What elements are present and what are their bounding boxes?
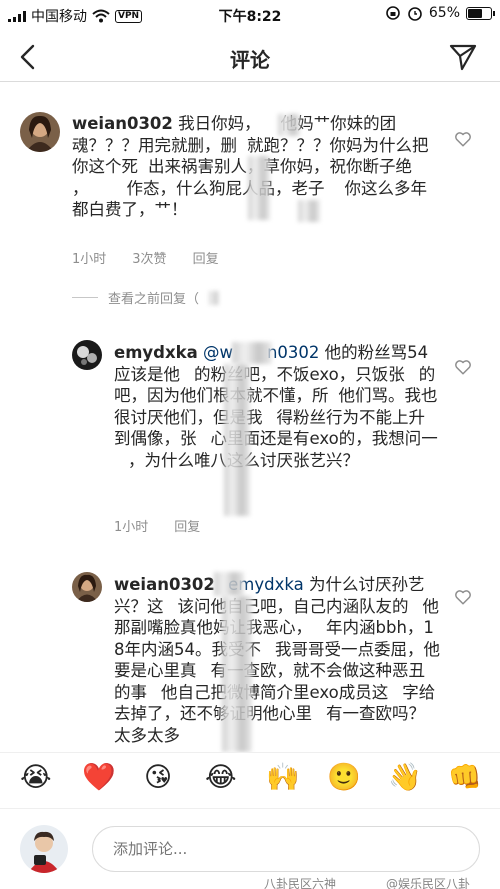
comment-2: emydxka @w n0302 他的粉丝骂54应该是他 的粉丝吧，不饭exo，只饭…	[0, 330, 500, 540]
redaction-blur	[298, 200, 320, 222]
emoji-wave[interactable]: 👋	[388, 761, 422, 795]
emoji-kiss[interactable]: 😘	[144, 761, 172, 795]
page-title: 评论	[230, 48, 270, 72]
emoji-fist[interactable]: 👊	[448, 761, 482, 795]
comment-text: emydxka @w n0302 他的粉丝骂54应该是他 的粉丝吧，不饭exo，只饭…	[114, 342, 440, 471]
emoji-heart[interactable]: ❤️	[82, 761, 116, 795]
view-previous-replies[interactable]: 查看之前回复（	[72, 288, 220, 307]
like-heart-icon[interactable]	[454, 130, 472, 148]
comment-text: weian0302 emydxka 为什么讨厌孙艺兴？这该问他自己吧，自己内涵队…	[114, 574, 440, 746]
battery-percent: 65%	[428, 5, 460, 21]
comment-username[interactable]: emydxka	[114, 343, 198, 362]
like-heart-icon[interactable]	[454, 358, 472, 376]
redaction-blur	[232, 342, 272, 364]
comment-meta: 1小时 回复	[114, 516, 200, 535]
watermark: @娱乐民区八卦	[386, 877, 471, 889]
emoji-raised-hands[interactable]: 🙌	[266, 761, 300, 795]
comment-likes[interactable]: 3次赞	[132, 248, 166, 267]
like-heart-icon[interactable]	[454, 588, 472, 606]
alarm-icon	[408, 7, 422, 21]
redaction-blur	[278, 114, 300, 136]
my-avatar[interactable]	[20, 825, 68, 873]
reply-button[interactable]: 回复	[193, 248, 219, 267]
watermark: 八卦民区六神	[264, 877, 337, 889]
reply-button[interactable]: 回复	[174, 516, 200, 535]
redaction-blur	[209, 290, 220, 305]
emoji-crying[interactable]: 😭	[20, 761, 52, 795]
direct-send-icon[interactable]	[448, 42, 478, 72]
emoji-laughing[interactable]: 😂	[205, 761, 237, 795]
comment-meta: 1小时 3次赞 回复	[72, 248, 219, 267]
divider-line	[72, 297, 98, 298]
comment-body: 为什么讨厌孙艺兴？这该问他自己吧，自己内涵队友的他那副嘴脸真他妈让我恶心，年内涵…	[114, 575, 440, 745]
comment-time: 1小时	[72, 252, 107, 267]
comment-username[interactable]: weian0302	[72, 114, 173, 133]
redaction-blur	[248, 156, 270, 220]
emoji-smile[interactable]: 🙂	[327, 761, 361, 795]
comment-3: weian0302 emydxka 为什么讨厌孙艺兴？这该问他自己吧，自己内涵队…	[0, 562, 500, 752]
comment-input-bar: 八卦民区六神 @娱乐民区八卦	[0, 808, 500, 889]
comment-1: weian0302 我日你妈， 他妈艹你妹的团魂？？？用完就删，删 就跑？？？你妈为…	[0, 96, 500, 276]
redaction-blur	[214, 572, 244, 596]
view-previous-label: 查看之前回复（	[108, 292, 200, 307]
avatar[interactable]	[72, 340, 102, 370]
status-right: 65%	[385, 5, 495, 21]
comment-username[interactable]: weian0302	[114, 575, 215, 594]
redaction-blur	[224, 364, 250, 516]
emoji-quick-bar: 😭 ❤️ 😘 😂 🙌 🙂 👋 👊	[0, 752, 500, 806]
avatar[interactable]	[20, 112, 60, 152]
rotation-lock-icon	[386, 6, 400, 20]
comment-input[interactable]	[92, 826, 480, 872]
comments-header: 评论	[0, 32, 500, 82]
battery-fill	[468, 8, 482, 18]
redaction-blur	[222, 596, 252, 752]
avatar[interactable]	[72, 572, 102, 602]
status-bar: 中国移动 VPN 下午8:22 65%	[0, 0, 500, 30]
battery-icon	[466, 6, 495, 20]
comment-time: 1小时	[114, 520, 149, 535]
